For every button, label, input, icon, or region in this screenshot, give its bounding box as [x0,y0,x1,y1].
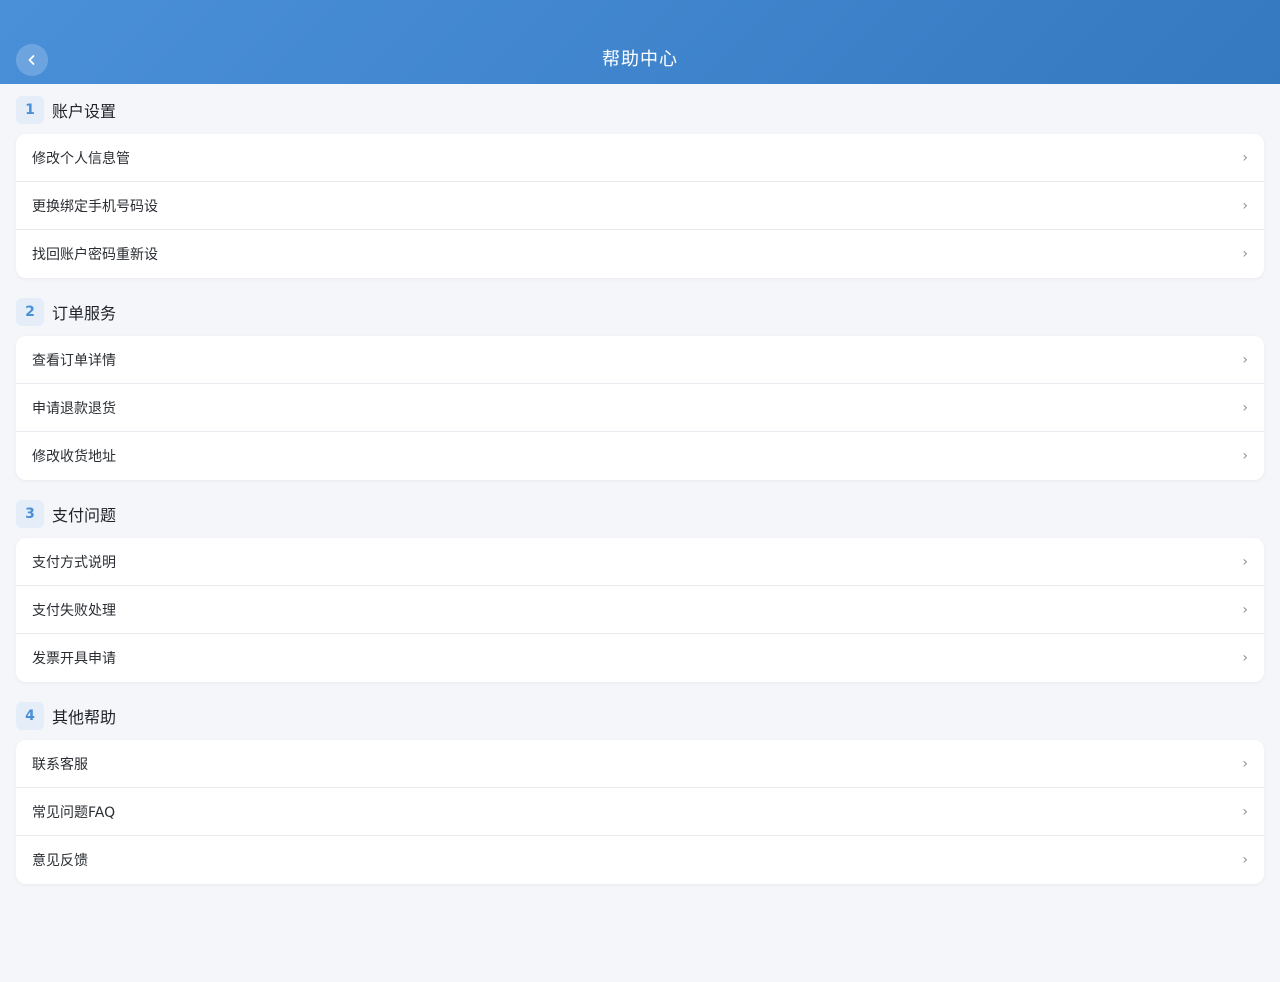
list-item[interactable]: 找回账户密码重新设 › [16,230,1264,278]
chevron-right-icon: › [1242,149,1248,166]
section-header: 3 支付问题 [16,500,1264,528]
list-item-label: 更换绑定手机号码设 [32,198,158,215]
list-item-label: 查看订单详情 [32,352,116,369]
section-number-badge: 4 [16,702,44,730]
section-number-badge: 1 [16,96,44,124]
list-item[interactable]: 修改个人信息管 › [16,134,1264,182]
chevron-right-icon: › [1242,399,1248,416]
list-item-label: 联系客服 [32,756,88,773]
section-title: 订单服务 [52,304,117,323]
chevron-right-icon: › [1242,650,1248,666]
header-bar: 帮助中心 [0,0,1280,84]
chevron-right-icon: › [1242,803,1248,820]
section-account: 1 账户设置 修改个人信息管 › 更换绑定手机号码设 › 找回账户密码重新设 › [16,96,1264,278]
section-number-badge: 2 [16,298,44,326]
help-content: 1 账户设置 修改个人信息管 › 更换绑定手机号码设 › 找回账户密码重新设 ›… [0,84,1280,884]
chevron-right-icon: › [1242,246,1248,262]
section-title: 账户设置 [52,102,117,121]
chevron-right-icon: › [1242,351,1248,368]
chevron-right-icon: › [1242,852,1248,868]
section-header: 4 其他帮助 [16,702,1264,730]
section-title: 其他帮助 [52,708,117,727]
section-card: 查看订单详情 › 申请退款退货 › 修改收货地址 › [16,336,1264,480]
list-item[interactable]: 修改收货地址 › [16,432,1264,480]
list-item[interactable]: 联系客服 › [16,740,1264,788]
list-item-label: 申请退款退货 [32,400,116,417]
section-header: 1 账户设置 [16,96,1264,124]
chevron-right-icon: › [1242,448,1248,464]
section-title: 支付问题 [52,506,117,525]
section-number-badge: 3 [16,500,44,528]
chevron-right-icon: › [1242,601,1248,618]
list-item-label: 发票开具申请 [32,651,116,667]
list-item[interactable]: 申请退款退货 › [16,384,1264,432]
list-item[interactable]: 常见问题FAQ › [16,788,1264,836]
page-title: 帮助中心 [602,49,678,70]
chevron-right-icon: › [1242,755,1248,772]
list-item-label: 支付失败处理 [32,602,116,619]
list-item[interactable]: 支付失败处理 › [16,586,1264,634]
section-payment: 3 支付问题 支付方式说明 › 支付失败处理 › 发票开具申请 › [16,500,1264,682]
section-other: 4 其他帮助 联系客服 › 常见问题FAQ › 意见反馈 › [16,702,1264,884]
list-item-label: 意见反馈 [32,853,88,869]
section-card: 修改个人信息管 › 更换绑定手机号码设 › 找回账户密码重新设 › [16,134,1264,278]
list-item[interactable]: 意见反馈 › [16,836,1264,884]
section-orders: 2 订单服务 查看订单详情 › 申请退款退货 › 修改收货地址 › [16,298,1264,480]
section-card: 支付方式说明 › 支付失败处理 › 发票开具申请 › [16,538,1264,682]
chevron-right-icon: › [1242,553,1248,570]
section-card: 联系客服 › 常见问题FAQ › 意见反馈 › [16,740,1264,884]
list-item[interactable]: 支付方式说明 › [16,538,1264,586]
section-header: 2 订单服务 [16,298,1264,326]
chevron-right-icon: › [1242,197,1248,214]
list-item[interactable]: 更换绑定手机号码设 › [16,182,1264,230]
list-item-label: 修改收货地址 [32,449,116,465]
list-item-label: 支付方式说明 [32,554,116,571]
list-item[interactable]: 发票开具申请 › [16,634,1264,682]
list-item-label: 常见问题FAQ [32,804,116,821]
list-item-label: 修改个人信息管 [32,150,130,167]
list-item-label: 找回账户密码重新设 [32,247,158,263]
list-item[interactable]: 查看订单详情 › [16,336,1264,384]
